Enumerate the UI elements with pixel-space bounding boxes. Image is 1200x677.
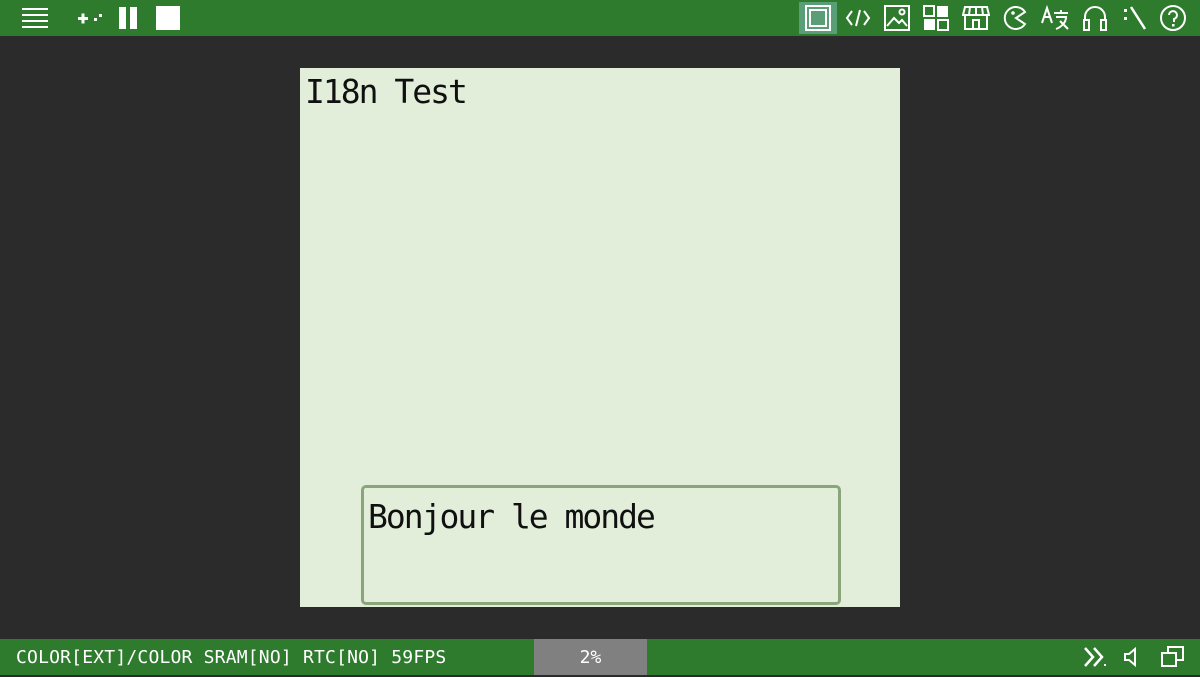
translate-icon[interactable] [1038,0,1072,36]
image-icon[interactable] [881,0,913,36]
tiles-icon[interactable] [920,0,952,36]
speed-indicator[interactable]: 2% [534,639,647,675]
help-icon[interactable] [1157,0,1189,36]
headphones-icon[interactable] [1080,0,1110,36]
status-info: COLOR[EXT]/COLOR SRAM[NO] RTC[NO] 59FPS [16,647,447,668]
cheat-icon[interactable] [1118,0,1150,36]
dialog-text: Bonjour le monde [368,497,656,536]
dialog-box: Bonjour le monde [361,485,841,605]
top-toolbar [0,0,1200,36]
pause-icon[interactable] [114,0,142,36]
pacman-icon[interactable] [999,0,1031,36]
gamepad-icon[interactable] [74,0,106,36]
stop-icon[interactable] [152,0,184,36]
menu-icon[interactable] [20,0,50,36]
window-icon[interactable] [1158,639,1188,675]
shop-icon[interactable] [959,0,993,36]
game-screen[interactable]: I18n Test Bonjour le monde [300,68,900,607]
status-bar: COLOR[EXT]/COLOR SRAM[NO] RTC[NO] 59FPS … [0,639,1200,675]
fast-forward-icon[interactable] [1080,639,1110,675]
volume-icon[interactable] [1120,639,1144,675]
screen-icon[interactable] [799,2,837,34]
screen-title: I18n Test [305,72,468,111]
code-icon[interactable] [842,0,874,36]
